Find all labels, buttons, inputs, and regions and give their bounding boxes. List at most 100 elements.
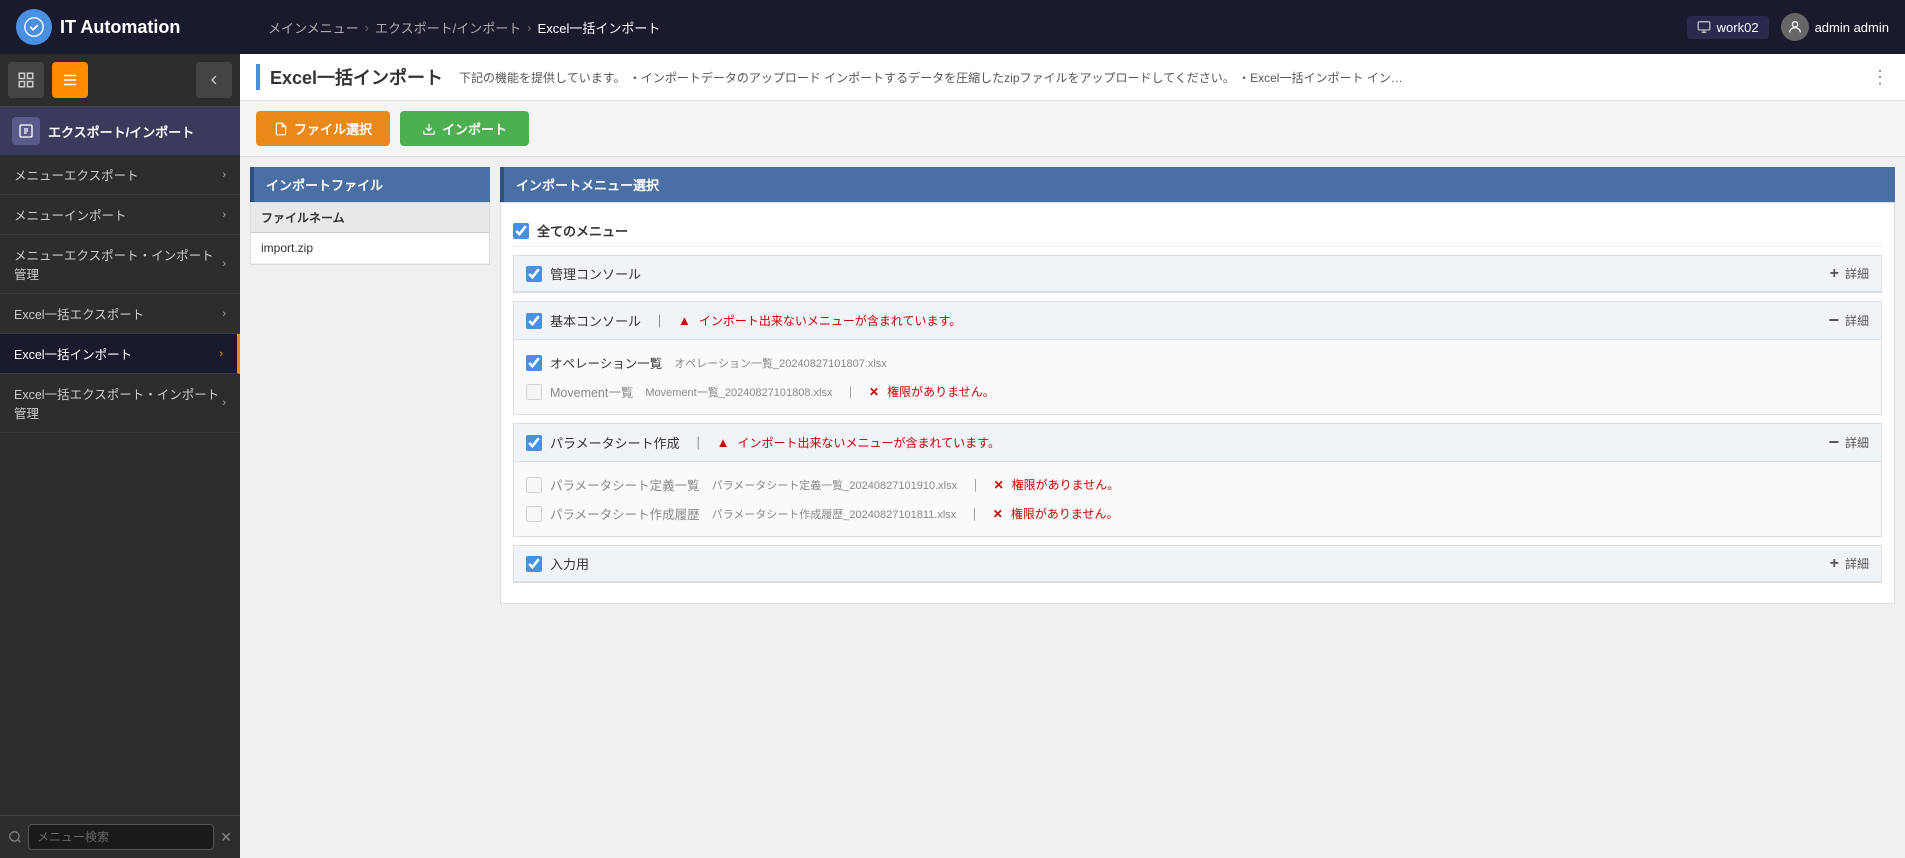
page-title: Excel一括インポート [256, 64, 443, 90]
sidebar-item-menu-export-import[interactable]: メニューエクスポート・インポート管理 › [0, 235, 240, 294]
param-hist-x-icon: ✕ [993, 507, 1003, 521]
topbar: IT Automation メインメニュー › エクスポート/インポート › E… [0, 0, 1905, 54]
logo-icon [16, 9, 52, 45]
sidebar-section-header: エクスポート/インポート [0, 107, 240, 155]
chevron-icon-4: › [219, 348, 223, 360]
sidebar-list-icon[interactable] [52, 62, 88, 98]
right-panel-header: インポートメニュー選択 [500, 167, 1895, 202]
sidebar-item-excel-export[interactable]: Excel一括エクスポート › [0, 294, 240, 334]
breadcrumb-sep-1: › [365, 20, 369, 35]
section-kihon-checkbox[interactable] [526, 313, 542, 329]
sidebar-search-area: ✕ [0, 815, 240, 858]
sub-item-param-hist: パラメータシート作成履歴 パラメータシート作成履歴_20240827101811… [526, 499, 1869, 528]
warning-icon-kihon: ▲ [678, 313, 691, 328]
search-clear-icon[interactable]: ✕ [220, 829, 232, 846]
search-icon [8, 830, 22, 844]
sidebar-section-icon [12, 117, 40, 145]
file-select-button[interactable]: ファイル選択 [256, 111, 390, 146]
movement-file: Movement一覧_20240827101808.xlsx [645, 384, 832, 400]
section-kihon-body: オペレーション一覧 オペレーション一覧_20240827101807.xlsx … [514, 340, 1881, 414]
sidebar-top [0, 54, 240, 107]
section-kanri-header: 管理コンソール + 詳細 [514, 256, 1881, 292]
collapse-icon-parameter: − [1828, 432, 1839, 453]
param-hist-error: 権限がありません。 [1011, 505, 1119, 522]
section-input-detail[interactable]: + 詳細 [1830, 555, 1869, 573]
sidebar-item-excel-export-import[interactable]: Excel一括エクスポート・インポート管理 › [0, 374, 240, 433]
section-parameter-detail[interactable]: − 詳細 [1828, 432, 1869, 453]
chevron-icon-1: › [222, 209, 226, 221]
toolbar: ファイル選択 インポート [240, 101, 1905, 157]
param-def-error: 権限がありません。 [1012, 476, 1120, 493]
topbar-right: work02 admin admin [1687, 13, 1889, 41]
section-parameter-body: パラメータシート定義一覧 パラメータシート定義一覧_20240827101910… [514, 462, 1881, 536]
section-parameter-header: パラメータシート作成 ｜ ▲ インポート出来ないメニューが含まれています。 − … [514, 424, 1881, 462]
workspace-label: work02 [1717, 20, 1759, 35]
section-kihon: 基本コンソール ｜ ▲ インポート出来ないメニューが含まれています。 − 詳細 [513, 301, 1882, 415]
error-text-parameter: インポート出来ないメニューが含まれています。 [738, 434, 1000, 451]
section-kihon-left: 基本コンソール ｜ ▲ インポート出来ないメニューが含まれています。 [526, 311, 961, 330]
chevron-icon-3: › [222, 308, 226, 320]
all-menu-checkbox[interactable] [513, 223, 529, 239]
breadcrumb-2[interactable]: エクスポート/インポート [375, 18, 521, 37]
file-table-row: import.zip [251, 233, 489, 264]
chevron-icon-5: › [222, 397, 226, 409]
all-menu-row: 全てのメニュー [513, 215, 1882, 247]
breadcrumb-sep-2: › [527, 20, 531, 35]
section-input-left: 入力用 [526, 554, 589, 573]
movement-checkbox [526, 384, 542, 400]
section-kanri-left: 管理コンソール [526, 264, 641, 283]
more-icon[interactable]: ⋮ [1871, 67, 1889, 88]
sidebar-section-label: エクスポート/インポート [48, 122, 194, 141]
content-area: インポートファイル ファイルネーム import.zip インポートメニュー選択 [240, 157, 1905, 858]
logo-text: IT Automation [60, 17, 180, 38]
file-table: ファイルネーム import.zip [250, 202, 490, 265]
section-kihon-header: 基本コンソール ｜ ▲ インポート出来ないメニューが含まれています。 − 詳細 [514, 302, 1881, 340]
chevron-icon-2: › [222, 258, 226, 270]
param-def-x-icon: ✕ [994, 478, 1004, 492]
breadcrumb-1[interactable]: メインメニュー [268, 18, 359, 37]
sub-item-param-def: パラメータシート定義一覧 パラメータシート定義一覧_20240827101910… [526, 470, 1869, 499]
import-button[interactable]: インポート [400, 111, 529, 146]
sidebar: エクスポート/インポート メニューエクスポート › メニューインポート › メニ… [0, 54, 240, 858]
section-input-checkbox[interactable] [526, 556, 542, 572]
breadcrumb-3: Excel一括インポート [538, 18, 661, 37]
warning-icon-parameter: ▲ [717, 435, 730, 450]
sidebar-item-excel-import[interactable]: Excel一括インポート › [0, 334, 240, 374]
right-panel: インポートメニュー選択 全てのメニュー 管理コンソール [500, 167, 1895, 848]
movement-error: 権限がありません。 [887, 383, 995, 400]
collapse-icon-kihon: − [1828, 310, 1839, 331]
sub-item-operation: オペレーション一覧 オペレーション一覧_20240827101807.xlsx [526, 348, 1869, 377]
section-input: 入力用 + 詳細 [513, 545, 1882, 583]
param-def-checkbox [526, 477, 542, 493]
search-input[interactable] [28, 824, 214, 850]
user-menu[interactable]: admin admin [1781, 13, 1889, 41]
workspace-selector[interactable]: work02 [1687, 16, 1769, 39]
sub-item-movement: Movement一覧 Movement一覧_20240827101808.xls… [526, 377, 1869, 406]
movement-x-icon: ✕ [869, 385, 879, 399]
section-kanri-checkbox[interactable] [526, 266, 542, 282]
sidebar-grid-icon[interactable] [8, 62, 44, 98]
section-kihon-detail[interactable]: − 詳細 [1828, 310, 1869, 331]
expand-icon-kanri: + [1830, 265, 1839, 283]
section-parameter: パラメータシート作成 ｜ ▲ インポート出来ないメニューが含まれています。 − … [513, 423, 1882, 537]
operation-checkbox[interactable] [526, 355, 542, 371]
logo: IT Automation [16, 9, 256, 45]
sidebar-collapse-btn[interactable] [196, 62, 232, 98]
left-panel-header: インポートファイル [250, 167, 490, 202]
error-text-kihon: インポート出来ないメニューが含まれています。 [699, 312, 961, 329]
file-table-header: ファイルネーム [251, 203, 489, 233]
sidebar-item-menu-import[interactable]: メニューインポート › [0, 195, 240, 235]
section-input-header: 入力用 + 詳細 [514, 546, 1881, 582]
user-avatar [1781, 13, 1809, 41]
main: Excel一括インポート 下記の機能を提供しています。 ・インポートデータのアッ… [240, 54, 1905, 858]
section-parameter-checkbox[interactable] [526, 435, 542, 451]
page-header: Excel一括インポート 下記の機能を提供しています。 ・インポートデータのアッ… [240, 54, 1905, 101]
param-hist-file: パラメータシート作成履歴_20240827101811.xlsx [712, 506, 957, 522]
sidebar-item-menu-export[interactable]: メニューエクスポート › [0, 155, 240, 195]
section-parameter-left: パラメータシート作成 ｜ ▲ インポート出来ないメニューが含まれています。 [526, 433, 1000, 452]
section-kanri-detail[interactable]: + 詳細 [1830, 265, 1869, 283]
page-description: 下記の機能を提供しています。 ・インポートデータのアップロード インポートするデ… [459, 69, 1855, 86]
file-icon [274, 122, 288, 136]
breadcrumb: メインメニュー › エクスポート/インポート › Excel一括インポート [268, 18, 1675, 37]
left-panel: インポートファイル ファイルネーム import.zip [250, 167, 490, 848]
